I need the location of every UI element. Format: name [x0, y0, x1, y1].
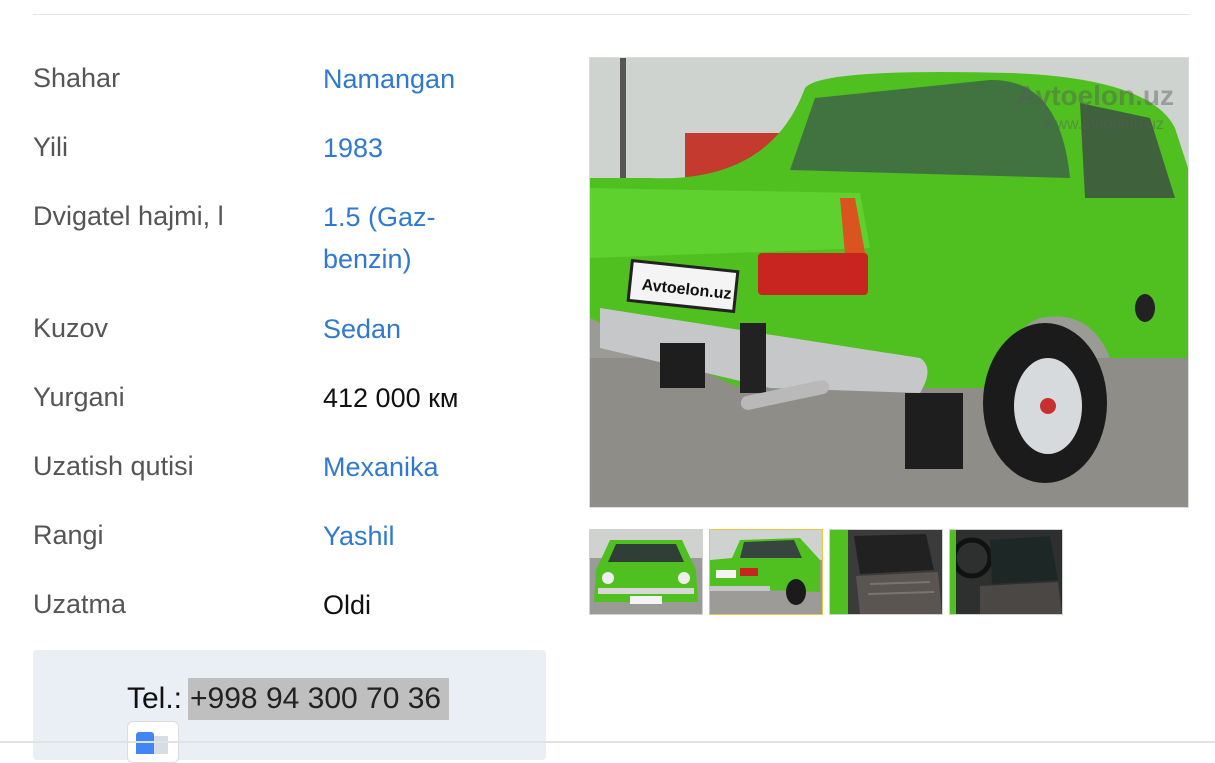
spec-value-link[interactable]: Yashil: [323, 515, 543, 557]
spec-value-link[interactable]: Mexanika: [323, 446, 543, 488]
thumbnail-strip: [589, 529, 1063, 615]
thumbnail-image: [710, 530, 822, 614]
spec-row-body: Kuzov Sedan: [33, 308, 553, 377]
main-car-photo[interactable]: Avtoelon.uz Avtoelon.uz www.avtoelon.uz: [589, 57, 1189, 508]
top-divider: [33, 14, 1190, 15]
spec-value: 412 000 км: [323, 383, 459, 413]
thumbnail-interior-dashboard[interactable]: [949, 529, 1063, 615]
watermark-url: www.avtoelon.uz: [1043, 116, 1164, 133]
spec-label: Kuzov: [33, 313, 109, 343]
spec-row-city: Shahar Namangan: [33, 58, 553, 127]
spec-row-engine: Dvigatel hajmi, l 1.5 (Gaz-benzin): [33, 196, 553, 308]
spec-row-color: Rangi Yashil: [33, 515, 553, 584]
spec-value-link[interactable]: 1.5 (Gaz-benzin): [323, 196, 453, 280]
watermark: Avtoelon.uz: [1016, 80, 1174, 111]
spec-label: Yili: [33, 132, 69, 162]
spec-value-link[interactable]: Sedan: [323, 308, 543, 350]
thumbnail-image: [590, 530, 702, 614]
spec-value: Oldi: [323, 590, 372, 620]
spec-label: Uzatish qutisi: [33, 451, 194, 481]
spec-value-link[interactable]: Namangan: [323, 58, 543, 100]
spec-label: Uzatma: [33, 589, 127, 619]
car-specs-list: Shahar Namangan Yili 1983 Dvigatel hajmi…: [33, 58, 553, 653]
spec-label: Yurgani: [33, 382, 125, 412]
thumbnail-interior-seat[interactable]: [829, 529, 943, 615]
spec-row-year: Yili 1983: [33, 127, 553, 196]
spec-row-mileage: Yurgani 412 000 км: [33, 377, 553, 446]
thumbnail-car-rear[interactable]: [709, 529, 823, 615]
spec-row-drive: Uzatma Oldi: [33, 584, 553, 653]
thumbnail-image: [950, 530, 1062, 614]
spec-label: Dvigatel hajmi, l: [33, 201, 224, 231]
thumbnail-car-front[interactable]: [589, 529, 703, 615]
spec-value-link[interactable]: 1983: [323, 127, 543, 169]
translate-icon: [154, 736, 168, 754]
phone-number[interactable]: +998 94 300 70 36: [188, 678, 450, 720]
google-icon: [136, 732, 154, 754]
phone-line: Tel.: +998 94 300 70 36: [127, 678, 450, 720]
spec-label: Shahar: [33, 63, 121, 93]
thumbnail-image: [830, 530, 942, 614]
contact-box: Tel.: +998 94 300 70 36: [33, 650, 546, 763]
spec-label: Rangi: [33, 520, 104, 550]
phone-label: Tel.:: [127, 682, 183, 715]
spec-row-transmission: Uzatish qutisi Mexanika: [33, 446, 553, 515]
